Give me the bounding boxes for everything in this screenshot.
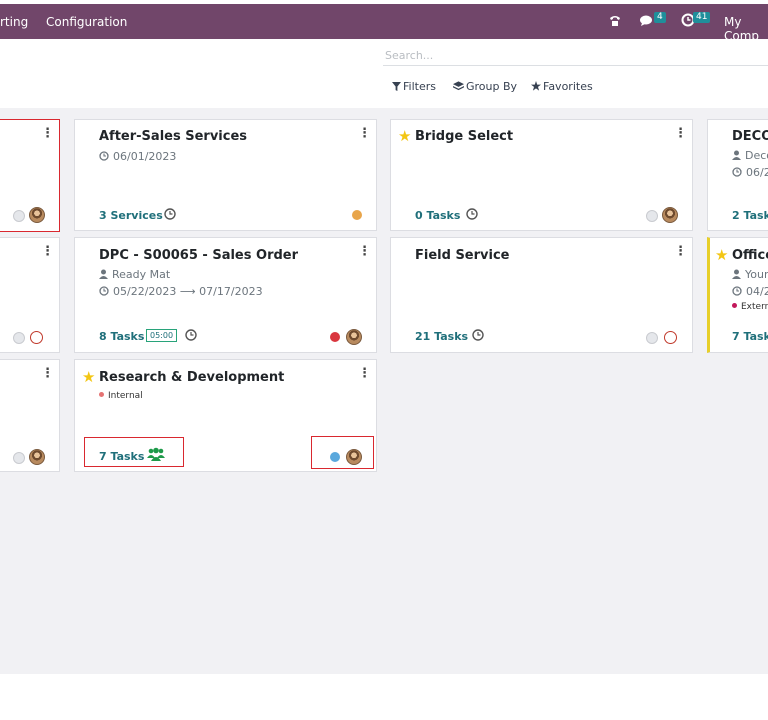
task-count-link[interactable]: 2 Tasks bbox=[732, 209, 768, 222]
activity-clock-icon[interactable] bbox=[185, 329, 197, 341]
project-date: 06/01/2023 bbox=[99, 150, 176, 163]
activity-clock-icon[interactable] bbox=[466, 208, 478, 220]
status-dot[interactable] bbox=[330, 332, 340, 342]
status-dot[interactable] bbox=[352, 210, 362, 220]
project-customer: Ready Mat bbox=[99, 268, 170, 281]
activity-clock-icon[interactable] bbox=[164, 208, 176, 220]
status-dot[interactable] bbox=[13, 332, 25, 344]
project-date-range: 05/22/2023 ⟶ 07/17/2023 bbox=[99, 285, 263, 298]
timer-badge: 05:00 bbox=[146, 329, 178, 342]
status-dot[interactable] bbox=[646, 332, 658, 344]
kebab-menu-icon[interactable]: ⋮ bbox=[358, 244, 371, 259]
kebab-menu-icon[interactable]: ⋮ bbox=[674, 244, 687, 259]
group-by-label: Group By bbox=[466, 80, 518, 93]
filters-button[interactable]: Filters bbox=[392, 80, 436, 93]
user-icon bbox=[99, 269, 108, 279]
menu-configuration[interactable]: Configuration bbox=[46, 15, 127, 29]
task-count-link[interactable]: 8 Tasks bbox=[99, 330, 144, 343]
status-dot[interactable] bbox=[13, 452, 25, 464]
highlight-box-status bbox=[311, 436, 374, 469]
favorite-star-icon[interactable]: ★ bbox=[82, 370, 95, 385]
highlight-box-task-count bbox=[84, 437, 184, 467]
clock-icon bbox=[732, 286, 742, 296]
chat-icon[interactable] bbox=[640, 13, 654, 30]
project-card-field-service[interactable]: Field Service ⋮ 21 Tasks bbox=[390, 237, 693, 353]
project-card-dpc[interactable]: DPC - S00065 - Sales Order ⋮ Ready Mat 0… bbox=[74, 237, 377, 353]
phone-icon[interactable] bbox=[608, 13, 622, 30]
star-icon bbox=[531, 81, 541, 91]
filters-label: Filters bbox=[403, 80, 436, 93]
favorite-star-icon[interactable]: ★ bbox=[398, 129, 411, 144]
date-text: 06/2 bbox=[746, 166, 768, 179]
project-title: Office bbox=[732, 248, 768, 263]
avatar bbox=[29, 449, 45, 465]
layers-icon bbox=[453, 81, 464, 91]
no-user-avatar-icon bbox=[664, 331, 677, 344]
top-navbar: rting Configuration 4 41 My Comp bbox=[0, 4, 768, 43]
kebab-menu-icon[interactable]: ⋮ bbox=[41, 244, 54, 259]
clock-icon bbox=[99, 286, 109, 296]
kebab-menu-icon[interactable]: ⋮ bbox=[358, 126, 371, 141]
project-date: 06/2 bbox=[732, 166, 768, 179]
customer-text: Your bbox=[745, 268, 768, 281]
project-title: Field Service bbox=[415, 248, 510, 263]
messages-badge: 4 bbox=[654, 12, 666, 23]
activity-clock-icon[interactable] bbox=[472, 329, 484, 341]
clock-icon bbox=[99, 151, 109, 161]
no-user-avatar-icon bbox=[30, 331, 43, 344]
clock-icon bbox=[732, 167, 742, 177]
kebab-menu-icon[interactable]: ⋮ bbox=[41, 126, 54, 141]
avatar bbox=[29, 207, 45, 223]
customer-text: Deco bbox=[745, 149, 768, 162]
task-count-link[interactable]: 7 Tasks bbox=[732, 330, 768, 343]
project-date: 04/2 bbox=[732, 285, 768, 298]
status-dot[interactable] bbox=[13, 210, 25, 222]
project-title: After-Sales Services bbox=[99, 129, 248, 144]
avatar bbox=[346, 329, 362, 345]
search-placeholder: Search... bbox=[385, 49, 434, 62]
project-card-after-sales[interactable]: After-Sales Services ⋮ 06/01/2023 3 Serv… bbox=[74, 119, 377, 231]
search-input[interactable]: Search... bbox=[383, 47, 768, 66]
activities-badge: 41 bbox=[693, 12, 711, 23]
filter-icon bbox=[392, 82, 401, 91]
user-icon bbox=[732, 150, 741, 160]
date-range-text: 05/22/2023 ⟶ 07/17/2023 bbox=[113, 285, 263, 298]
menu-reporting[interactable]: rting bbox=[0, 15, 28, 29]
date-text: 04/2 bbox=[746, 285, 768, 298]
kebab-menu-icon[interactable]: ⋮ bbox=[674, 126, 687, 141]
favorite-star-icon[interactable]: ★ bbox=[715, 248, 728, 263]
project-tag: Internal bbox=[99, 391, 143, 401]
page-bottom bbox=[0, 674, 768, 720]
project-tag: Extern bbox=[732, 302, 768, 312]
project-title: DECO bbox=[732, 129, 768, 144]
task-count-link[interactable]: 21 Tasks bbox=[415, 330, 468, 343]
favorites-label: Favorites bbox=[543, 80, 593, 93]
status-dot[interactable] bbox=[646, 210, 658, 222]
group-by-button[interactable]: Group By bbox=[453, 80, 517, 93]
task-count-link[interactable]: 0 Tasks bbox=[415, 209, 460, 222]
customer-text: Ready Mat bbox=[112, 268, 171, 281]
date-text: 06/01/2023 bbox=[113, 150, 177, 163]
avatar bbox=[662, 207, 678, 223]
project-card-partial-1[interactable]: ⋮ bbox=[0, 119, 60, 232]
project-customer: Your bbox=[732, 268, 768, 281]
project-title: Research & Development bbox=[99, 370, 285, 385]
project-card-partial-2[interactable]: ⋮ bbox=[0, 237, 60, 353]
project-card-partial-3[interactable]: ⋮ bbox=[0, 359, 60, 472]
project-card-office[interactable]: ★ Office Your 04/2 Extern 7 Tasks bbox=[707, 237, 768, 353]
favorites-button[interactable]: Favorites bbox=[531, 80, 593, 93]
kebab-menu-icon[interactable]: ⋮ bbox=[41, 366, 54, 381]
task-count-link[interactable]: 3 Services bbox=[99, 209, 163, 222]
project-card-bridge-select[interactable]: ★ Bridge Select ⋮ 0 Tasks bbox=[390, 119, 693, 231]
project-customer: Deco bbox=[732, 149, 768, 162]
kebab-menu-icon[interactable]: ⋮ bbox=[358, 366, 371, 381]
user-icon bbox=[732, 269, 741, 279]
project-title: DPC - S00065 - Sales Order bbox=[99, 248, 299, 263]
project-title: Bridge Select bbox=[415, 129, 514, 144]
project-card-deco[interactable]: DECO Deco 06/2 2 Tasks bbox=[707, 119, 768, 231]
